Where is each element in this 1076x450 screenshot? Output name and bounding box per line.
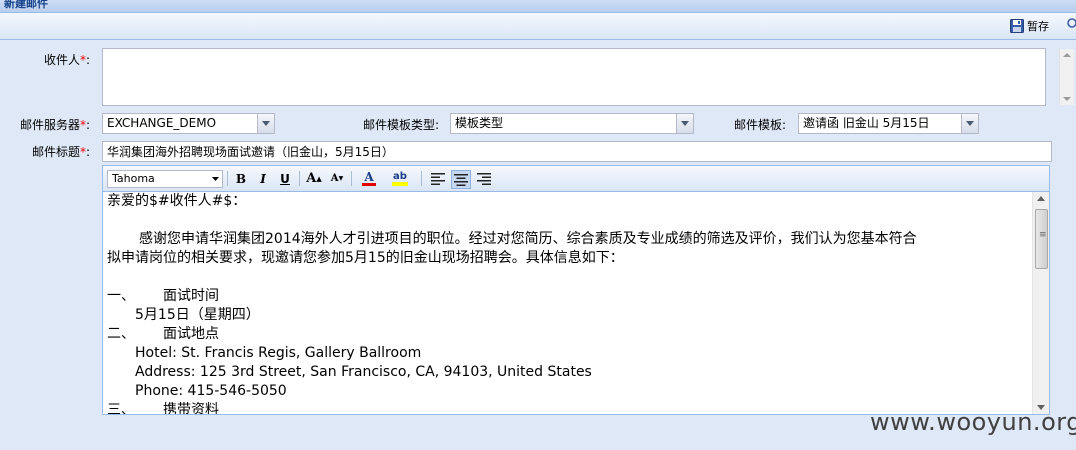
shrink-font-icon: A <box>330 173 339 184</box>
recipient-label-text: 收件人 <box>44 53 81 67</box>
subject-label-text: 邮件标题 <box>32 145 81 159</box>
server-label-text: 邮件服务器 <box>20 118 81 132</box>
list-number: 二、 <box>107 326 135 342</box>
chevron-down-icon[interactable] <box>257 114 274 133</box>
template-type-select[interactable]: 模板类型 <box>450 113 694 134</box>
rich-text-editor: Tahoma B I U A ▲ A ▼ A ab 亲爱的$#收件人#$： 感谢… <box>102 165 1050 415</box>
save-draft-label: 暂存 <box>1027 20 1049 33</box>
watermark: www.wooyun.org <box>870 408 1076 436</box>
list-detail: Hotel: St. Francis Regis, Gallery Ballro… <box>135 345 422 361</box>
compose-form: 收件人*: 邮件服务器*: EXCHANGE_DEMO 邮件模板类型: 模板类型… <box>0 40 1076 450</box>
grow-font-button[interactable]: A ▲ <box>305 170 323 187</box>
scroll-up-icon[interactable] <box>1037 196 1045 201</box>
highlight-swatch <box>392 182 408 186</box>
main-toolbar: 暂存 <box>0 13 1076 40</box>
subject-input[interactable]: 华润集团海外招聘现场面试邀请（旧金山，5月15日） <box>102 141 1052 162</box>
font-family-value: Tahoma <box>112 172 155 185</box>
label-colon: : <box>86 118 91 132</box>
italic-button[interactable]: I <box>255 170 271 187</box>
body-paragraph-line: 感谢您申请华润集团2014海外人才引进项目的职位。经过对您简历、综合素质及专业成… <box>139 231 917 247</box>
list-title: 面试地点 <box>163 326 219 342</box>
font-family-select[interactable]: Tahoma <box>107 170 223 188</box>
list-item: 二、 面试地点 <box>107 325 1035 344</box>
scroll-up-icon[interactable] <box>1063 53 1071 57</box>
align-center-icon <box>454 173 468 186</box>
shrink-font-button[interactable]: A ▼ <box>329 170 345 187</box>
template-select-value: 邀请函 旧金山 5月15日 <box>803 116 930 130</box>
align-right-button[interactable] <box>475 170 493 187</box>
window-title: 新建邮件 <box>4 0 48 10</box>
template-label: 邮件模板: <box>734 118 787 132</box>
chevron-down-icon[interactable] <box>676 114 693 133</box>
highlight-icon: ab <box>393 171 407 182</box>
server-label: 邮件服务器*: <box>20 116 90 133</box>
grow-font-icon: A <box>306 171 317 186</box>
font-color-icon: A <box>364 169 374 184</box>
chevron-down-icon[interactable] <box>961 114 978 133</box>
align-left-icon <box>431 172 445 185</box>
subject-label: 邮件标题*: <box>32 143 90 160</box>
server-select[interactable]: EXCHANGE_DEMO <box>102 113 275 134</box>
recipient-scrollbar[interactable] <box>1059 49 1074 105</box>
editor-body[interactable]: 亲爱的$#收件人#$： 感谢您申请华润集团2014海外人才引进项目的职位。经过对… <box>103 192 1039 414</box>
align-left-button[interactable] <box>429 170 447 187</box>
highlight-button[interactable]: ab <box>387 170 413 187</box>
template-type-select-value: 模板类型 <box>455 116 504 130</box>
body-paragraph-line: 拟申请岗位的相关要求，现邀请您参加5月15的旧金山现场招聘会。具体信息如下： <box>107 250 624 266</box>
list-detail: Phone: 415-546-5050 <box>135 383 287 399</box>
toolbar-divider <box>421 171 422 186</box>
list-detail: Address: 125 3rd Street, San Francisco, … <box>135 364 592 380</box>
editor-toolbar: Tahoma B I U A ▲ A ▼ A ab <box>103 166 1049 192</box>
recipient-label: 收件人*: <box>44 51 90 68</box>
chevron-down-icon[interactable] <box>208 171 222 187</box>
save-draft-button[interactable]: 暂存 <box>1010 17 1049 35</box>
template-type-label: 邮件模板类型: <box>363 118 440 132</box>
editor-scrollbar[interactable]: ≡ <box>1032 192 1049 414</box>
toolbar-divider <box>351 171 352 186</box>
list-item: 一、 面试时间 <box>107 287 1035 306</box>
server-select-value: EXCHANGE_DEMO <box>107 116 217 130</box>
font-color-button[interactable]: A <box>357 170 381 187</box>
window-title-bar: 新建邮件 <box>0 0 1076 13</box>
align-right-icon <box>477 172 491 185</box>
scroll-down-icon[interactable] <box>1063 97 1071 101</box>
bold-button[interactable]: B <box>233 170 249 187</box>
list-detail: 5月15日（星期四） <box>135 307 260 323</box>
grip-icon: ≡ <box>1039 230 1047 240</box>
underline-button[interactable]: U <box>277 170 293 187</box>
label-colon: : <box>86 53 91 67</box>
greeting-line: 亲爱的$#收件人#$： <box>107 193 247 209</box>
list-number: 一、 <box>107 288 135 304</box>
recipient-input[interactable] <box>102 48 1046 106</box>
align-center-button[interactable] <box>451 170 471 189</box>
floppy-disk-icon <box>1010 19 1024 33</box>
label-colon: : <box>86 145 91 159</box>
search-icon[interactable] <box>1066 17 1076 35</box>
list-title: 面试时间 <box>163 288 219 304</box>
toolbar-divider <box>299 171 300 186</box>
template-select[interactable]: 邀请函 旧金山 5月15日 <box>798 113 979 134</box>
font-color-swatch <box>362 182 376 186</box>
scrollbar-thumb[interactable]: ≡ <box>1035 209 1048 269</box>
list-number: 三、 <box>107 402 135 414</box>
list-title: 携带资料 <box>163 402 219 414</box>
toolbar-divider <box>227 171 228 186</box>
